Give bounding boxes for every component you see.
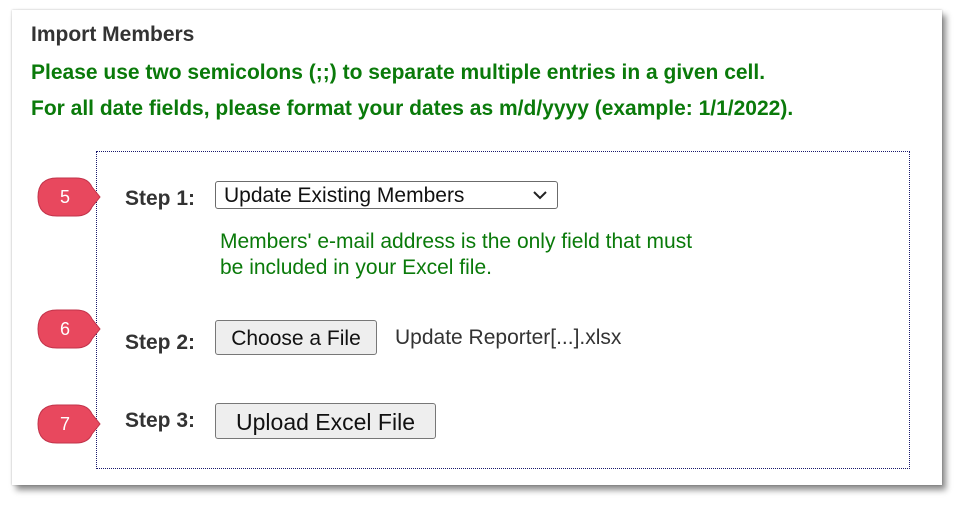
chevron-down-icon	[533, 191, 547, 200]
step-marker-number: 5	[59, 187, 70, 207]
import-mode-select[interactable]: Update Existing Members	[215, 181, 558, 209]
step-marker-number: 6	[59, 319, 70, 339]
step-marker-6: 6	[37, 309, 101, 349]
instruction-date-format: For all date fields, please format your …	[31, 97, 794, 120]
upload-excel-file-button[interactable]: Upload Excel File	[215, 403, 436, 439]
step-1-note-line-1: Members' e-mail address is the only fiel…	[220, 230, 693, 253]
import-mode-selected-value: Update Existing Members	[224, 184, 465, 207]
step-1-note-line-2: be included in your Excel file.	[220, 256, 492, 279]
page-title: Import Members	[31, 23, 195, 46]
step-marker-5: 5	[37, 177, 101, 217]
step-1-label: Step 1:	[125, 187, 196, 210]
step-2-label: Step 2:	[125, 331, 196, 354]
choose-file-button[interactable]: Choose a File	[215, 320, 377, 355]
step-1-note: Members' e-mail address is the only fiel…	[220, 229, 820, 281]
step-marker-7: 7	[37, 404, 101, 444]
step-marker-number: 7	[59, 414, 70, 434]
step-3-label: Step 3:	[125, 409, 196, 432]
selected-file-name: Update Reporter[...].xlsx	[395, 326, 622, 349]
instruction-semicolons: Please use two semicolons (;;) to separa…	[31, 61, 766, 84]
